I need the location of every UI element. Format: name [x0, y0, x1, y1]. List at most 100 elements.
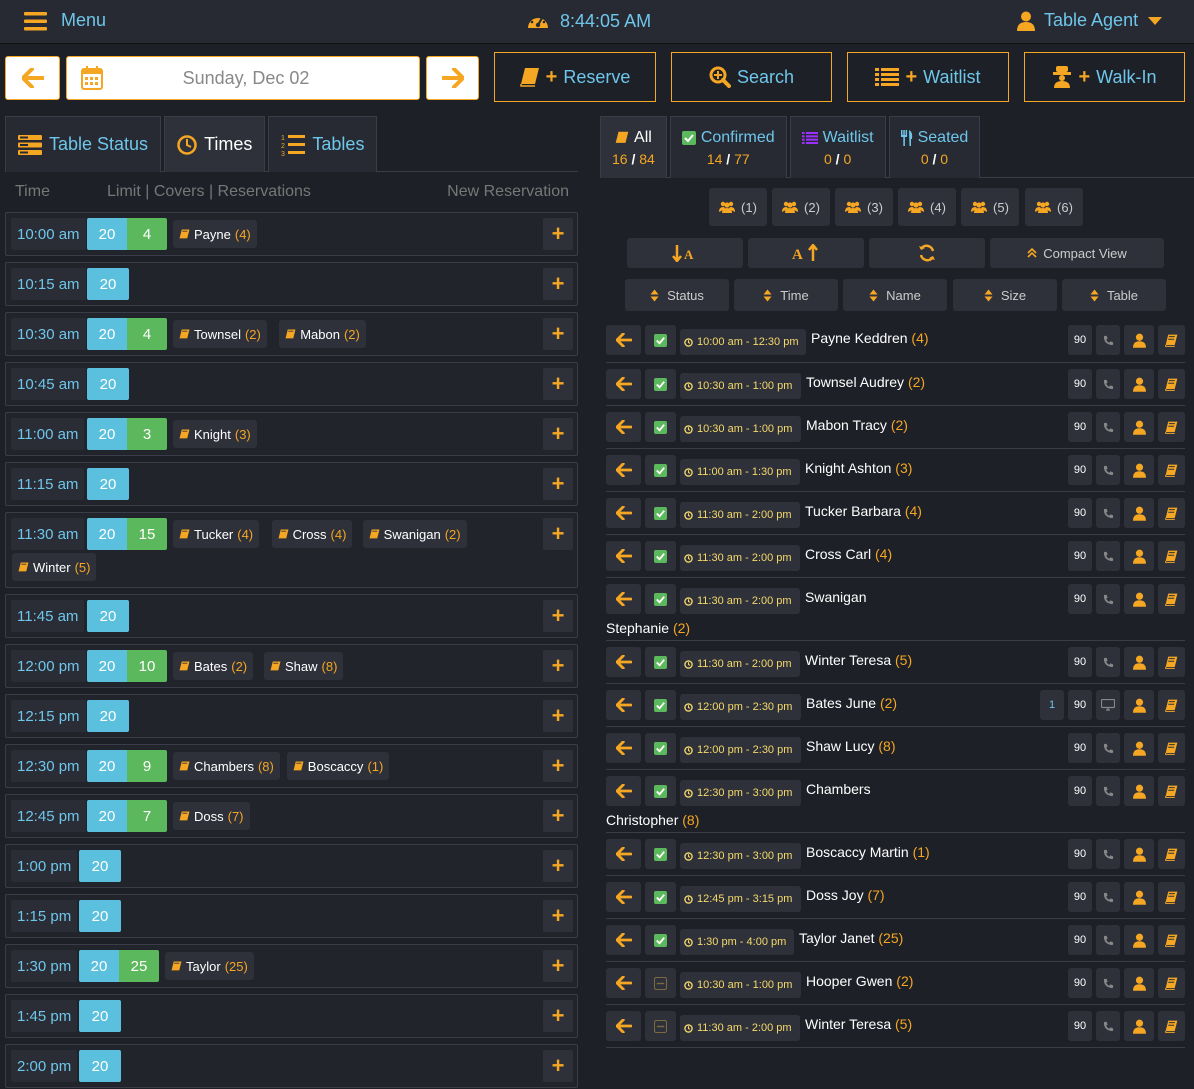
- duration-badge[interactable]: 90: [1068, 369, 1092, 399]
- phone-source-button[interactable]: [1096, 882, 1120, 912]
- edit-reservation-button[interactable]: [1158, 968, 1185, 998]
- edit-reservation-button[interactable]: [1158, 733, 1185, 763]
- duration-badge[interactable]: 90: [1068, 968, 1092, 998]
- party-size-button[interactable]: (1): [709, 188, 767, 226]
- reservation-row[interactable]: 12:45 pm - 3:15 pm Doss Joy (7) 90: [606, 876, 1185, 919]
- sort-asc-button[interactable]: A: [627, 238, 743, 268]
- move-back-button[interactable]: [606, 1011, 641, 1041]
- phone-source-button[interactable]: [1096, 498, 1120, 528]
- add-reservation-button[interactable]: +: [543, 850, 573, 882]
- edit-reservation-button[interactable]: [1158, 584, 1185, 614]
- phone-source-button[interactable]: [1096, 968, 1120, 998]
- phone-source-button[interactable]: [1096, 647, 1120, 677]
- add-reservation-button[interactable]: +: [543, 950, 573, 982]
- tab-table-status[interactable]: Table Status: [5, 116, 162, 172]
- edit-reservation-button[interactable]: [1158, 541, 1185, 571]
- guest-profile-button[interactable]: [1124, 733, 1154, 763]
- reservation-chip[interactable]: Cross (4): [271, 520, 353, 548]
- sort-table-button[interactable]: Table: [1062, 279, 1166, 311]
- duration-badge[interactable]: 90: [1068, 455, 1092, 485]
- reservation-chip[interactable]: Mabon (2): [279, 320, 366, 348]
- edit-reservation-button[interactable]: [1158, 455, 1185, 485]
- status-toggle[interactable]: [645, 412, 676, 442]
- phone-source-button[interactable]: [1096, 455, 1120, 485]
- add-reservation-button[interactable]: +: [543, 1050, 573, 1082]
- edit-reservation-button[interactable]: [1158, 776, 1185, 806]
- status-toggle[interactable]: [645, 839, 676, 869]
- move-back-button[interactable]: [606, 455, 641, 485]
- phone-source-button[interactable]: [1096, 733, 1120, 763]
- edit-reservation-button[interactable]: [1158, 369, 1185, 399]
- status-toggle[interactable]: [645, 882, 676, 912]
- sort-name-button[interactable]: Name: [843, 279, 947, 311]
- edit-reservation-button[interactable]: [1158, 925, 1185, 955]
- move-back-button[interactable]: [606, 369, 641, 399]
- reservation-row[interactable]: 10:30 am - 1:00 pm Townsel Audrey (2) 90: [606, 363, 1185, 406]
- party-size-button[interactable]: (3): [835, 188, 893, 226]
- phone-source-button[interactable]: [1096, 584, 1120, 614]
- add-reservation-button[interactable]: +: [543, 368, 573, 400]
- guest-profile-button[interactable]: [1124, 325, 1154, 355]
- phone-source-button[interactable]: [1096, 369, 1120, 399]
- status-toggle[interactable]: [645, 776, 676, 806]
- reservation-row[interactable]: 11:30 am - 2:00 pm Tucker Barbara (4) 90: [606, 492, 1185, 535]
- reservation-row[interactable]: 1:30 pm - 4:00 pm Taylor Janet (25) 90: [606, 919, 1185, 962]
- reservation-row[interactable]: 12:00 pm - 2:30 pm Bates June (2) 1 90: [606, 684, 1185, 727]
- move-back-button[interactable]: [606, 584, 641, 614]
- status-toggle[interactable]: [645, 455, 676, 485]
- add-reservation-button[interactable]: +: [543, 900, 573, 932]
- guest-profile-button[interactable]: [1124, 776, 1154, 806]
- add-reservation-button[interactable]: +: [543, 218, 573, 250]
- duration-badge[interactable]: 90: [1068, 776, 1092, 806]
- move-back-button[interactable]: [606, 690, 641, 720]
- guest-profile-button[interactable]: [1124, 1011, 1154, 1041]
- user-menu[interactable]: Table Agent: [1017, 10, 1163, 31]
- reservation-row[interactable]: 10:30 am - 1:00 pm Mabon Tracy (2) 90: [606, 406, 1185, 449]
- edit-reservation-button[interactable]: [1158, 1011, 1185, 1041]
- reservation-chip[interactable]: Swanigan (2): [362, 520, 467, 548]
- tab-tables[interactable]: 123 Tables: [268, 116, 378, 172]
- tab-seated[interactable]: Seated 0 / 0: [888, 116, 981, 178]
- reservation-row[interactable]: 12:30 pm - 3:00 pm Boscaccy Martin (1) 90: [606, 833, 1185, 876]
- duration-badge[interactable]: 90: [1068, 690, 1092, 720]
- search-button[interactable]: Search: [671, 52, 832, 102]
- guest-profile-button[interactable]: [1124, 925, 1154, 955]
- duration-badge[interactable]: 90: [1068, 325, 1092, 355]
- status-toggle[interactable]: [645, 1011, 676, 1041]
- duration-badge[interactable]: 90: [1068, 412, 1092, 442]
- sort-status-button[interactable]: Status: [625, 279, 729, 311]
- party-size-button[interactable]: (2): [772, 188, 830, 226]
- duration-badge[interactable]: 90: [1068, 733, 1092, 763]
- status-toggle[interactable]: [645, 325, 676, 355]
- duration-badge[interactable]: 90: [1068, 584, 1092, 614]
- party-size-button[interactable]: (6): [1025, 188, 1083, 226]
- guest-profile-button[interactable]: [1124, 690, 1154, 720]
- status-toggle[interactable]: [645, 584, 676, 614]
- duration-badge[interactable]: 90: [1068, 882, 1092, 912]
- add-reservation-button[interactable]: +: [543, 1000, 573, 1032]
- status-toggle[interactable]: [645, 498, 676, 528]
- guest-profile-button[interactable]: [1124, 584, 1154, 614]
- reservation-row[interactable]: 11:30 am - 2:00 pm Winter Teresa (5) 90: [606, 1005, 1185, 1048]
- party-size-button[interactable]: (5): [961, 188, 1019, 226]
- walkin-button[interactable]: + Walk-In: [1024, 52, 1185, 102]
- guest-profile-button[interactable]: [1124, 882, 1154, 912]
- menu-button[interactable]: Menu: [24, 10, 106, 31]
- status-toggle[interactable]: [645, 968, 676, 998]
- move-back-button[interactable]: [606, 498, 641, 528]
- table-number[interactable]: 1: [1040, 690, 1064, 720]
- add-reservation-button[interactable]: +: [543, 418, 573, 450]
- guest-profile-button[interactable]: [1124, 647, 1154, 677]
- edit-reservation-button[interactable]: [1158, 325, 1185, 355]
- duration-badge[interactable]: 90: [1068, 1011, 1092, 1041]
- reservation-row[interactable]: 11:30 am - 2:00 pm Swanigan Stephanie (2) 9…: [606, 578, 1185, 641]
- edit-reservation-button[interactable]: [1158, 498, 1185, 528]
- add-reservation-button[interactable]: +: [543, 318, 573, 350]
- duration-badge[interactable]: 90: [1068, 839, 1092, 869]
- add-reservation-button[interactable]: +: [543, 650, 573, 682]
- phone-source-button[interactable]: [1096, 839, 1120, 869]
- reservation-chip[interactable]: Doss (7): [173, 802, 250, 830]
- refresh-button[interactable]: [869, 238, 985, 268]
- duration-badge[interactable]: 90: [1068, 541, 1092, 571]
- move-back-button[interactable]: [606, 776, 641, 806]
